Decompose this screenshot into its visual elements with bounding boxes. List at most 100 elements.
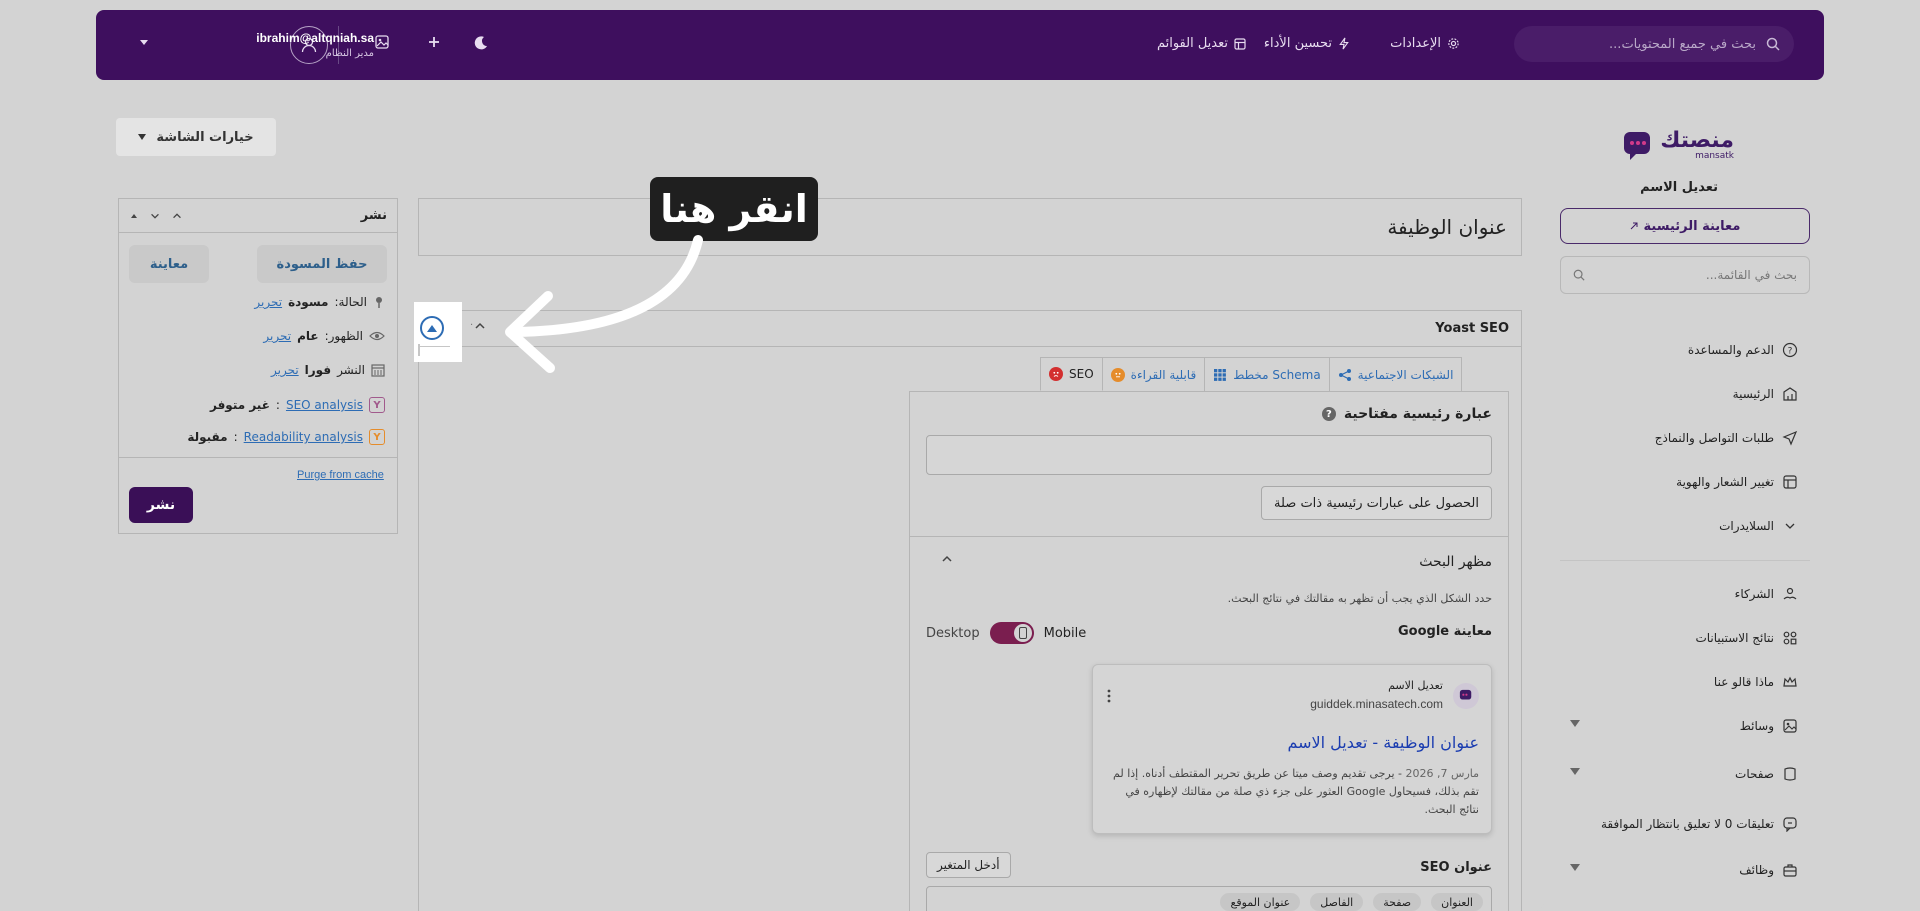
image-icon[interactable] (374, 34, 390, 50)
performance-label: تحسين الأداء (1263, 36, 1332, 51)
sidebar-item-home[interactable]: الرئيسية (1560, 382, 1810, 406)
seo-analysis-row: Y SEO analysis: غير متوفر (210, 397, 385, 413)
sidebar-item-label: تغيير الشعار والهوية (1676, 475, 1774, 489)
mode-mobile-label[interactable]: Mobile (1044, 626, 1087, 641)
chevron-down-icon (1782, 518, 1798, 534)
insert-variable-button[interactable]: أدخل المتغير (926, 852, 1011, 878)
share-icon (1338, 368, 1352, 382)
save-draft-button[interactable]: حفظ المسودة (257, 245, 387, 283)
global-search[interactable]: بحث في جميع المحتويات... (1514, 26, 1794, 62)
edit-visibility-link[interactable]: تحرير (263, 329, 291, 343)
logo-chat-icon (1622, 130, 1654, 162)
chevron-up-icon[interactable] (171, 210, 183, 222)
tab-seo[interactable]: SEO (1040, 357, 1103, 391)
chevron-down-icon[interactable] (140, 40, 148, 45)
publish-button[interactable]: نشر (129, 487, 193, 523)
sidebar-item-label: الشركاء (1734, 587, 1774, 601)
screen-options-button[interactable]: خيارات الشاشة (116, 118, 276, 156)
preview-date: مارس 7, 2026 (1405, 767, 1479, 780)
tab-readability[interactable]: قابلية القراءة (1101, 357, 1206, 391)
sidebar-search-input[interactable]: بحث في القائمة... (1560, 256, 1810, 294)
sidebar-item-label: تعليقات 0 لا تعليق بانتظار الموافقة (1601, 817, 1774, 831)
comment-icon (1782, 816, 1798, 832)
variable-pill[interactable]: العنوان (1431, 893, 1483, 911)
divider (910, 536, 1508, 537)
preview-home-button[interactable]: معاينة الرئيسية (1560, 208, 1810, 244)
seo-analysis-link[interactable]: SEO analysis (286, 398, 363, 412)
chevron-down-icon[interactable] (149, 210, 161, 222)
more-vertical-icon[interactable] (1107, 689, 1111, 703)
logo[interactable]: منصتك mansatk (1622, 130, 1734, 162)
keyphrase-label: عبارة رئيسية مفتاحية (1343, 406, 1492, 422)
mode-desktop-label[interactable]: Desktop (926, 626, 980, 641)
focus-keyphrase-input[interactable] (926, 435, 1492, 475)
status-row: الحالة: مسودة تحرير (254, 295, 385, 309)
variable-pill[interactable]: عنوان الموقع (1220, 893, 1301, 911)
edit-status-link[interactable]: تحرير (254, 295, 282, 309)
expand-arrow-icon[interactable] (1570, 864, 1580, 871)
sidebar-item-label: صفحات (1735, 767, 1774, 781)
publish-controls (129, 210, 183, 222)
preview-button[interactable]: معاينة (129, 245, 209, 283)
caret-up-icon[interactable] (129, 211, 139, 221)
expand-arrow-icon[interactable] (1570, 720, 1580, 727)
moon-icon[interactable] (472, 34, 490, 52)
sidebar-item-pages[interactable]: صفحات (1560, 762, 1810, 786)
readability-value: مقبولة (187, 430, 228, 444)
crown-icon (1782, 674, 1798, 690)
tab-social[interactable]: الشبكات الاجتماعية (1328, 357, 1463, 391)
top-header: بحث في جميع المحتويات... الإعدادات تحسين… (96, 10, 1824, 80)
sidebar-item-support[interactable]: ? الدعم والمساعدة (1560, 338, 1810, 362)
layout-icon (1782, 474, 1798, 490)
grid-icon (1213, 368, 1227, 382)
sidebar-item-branding[interactable]: تغيير الشعار والهوية (1560, 470, 1810, 494)
visibility-label: الظهور: (324, 329, 363, 343)
chevron-up-icon[interactable] (940, 552, 954, 566)
tab-schema[interactable]: Schema مخطط (1204, 357, 1330, 391)
seo-title-input[interactable]: العنوان صفحة الفاصل عنوان الموقع (926, 886, 1492, 911)
collapse-metabox-button[interactable] (420, 316, 444, 340)
preview-site-name: تعديل الاسم (1388, 679, 1443, 692)
google-preview-card[interactable]: تعديل الاسم guiddek.minasatech.com عنوان… (1092, 664, 1492, 834)
settings-link[interactable]: الإعدادات (1390, 36, 1460, 51)
sidebar-item-testimonials[interactable]: ماذا قالو عنا (1560, 670, 1810, 694)
expand-arrow-icon[interactable] (1570, 768, 1580, 775)
handshake-icon (1782, 586, 1798, 602)
search-icon (1766, 37, 1780, 51)
sad-face-icon (1049, 367, 1063, 381)
edit-publish-time-link[interactable]: تحرير (271, 363, 299, 377)
sidebar-item-survey-results[interactable]: نتائج الاستبيانات (1560, 626, 1810, 650)
publish-header: نشر (119, 199, 397, 233)
chevron-up-icon[interactable] (473, 319, 487, 333)
preview-mode-toggle[interactable] (989, 622, 1034, 644)
help-icon[interactable]: ? (1321, 407, 1336, 421)
screen-options-label: خيارات الشاشة (156, 129, 254, 145)
sidebar-item-label: ماذا قالو عنا (1713, 675, 1774, 689)
settings-label: الإعدادات (1390, 36, 1441, 51)
search-appearance-title: مظهر البحث (1419, 554, 1492, 570)
publish-time-value: فورا (304, 363, 332, 377)
add-icon[interactable] (426, 34, 442, 50)
readability-row: Y Readability analysis: مقبولة (187, 429, 385, 445)
post-title-placeholder: عنوان الوظيفة (1387, 215, 1507, 239)
performance-link[interactable]: تحسين الأداء (1264, 36, 1350, 51)
sidebar-item-partners[interactable]: الشركاء (1560, 582, 1810, 606)
preview-mode-toggle-group: Mobile Desktop (926, 622, 1086, 644)
sidebar-item-comments[interactable]: تعليقات 0 لا تعليق بانتظار الموافقة (1560, 812, 1810, 836)
purge-cache-link[interactable]: Purge from cache (297, 469, 384, 481)
variable-pill[interactable]: صفحة (1373, 893, 1422, 911)
sidebar-item-media[interactable]: وسائط (1560, 714, 1810, 738)
sidebar-item-sliders[interactable]: السلايدرات (1560, 514, 1810, 538)
visibility-value: عام (297, 329, 319, 343)
sidebar-item-jobs[interactable]: وظائف (1560, 858, 1810, 882)
menus-link[interactable]: تعديل القوائم (1157, 36, 1246, 51)
yoast-tabs: SEO قابلية القراءة Schema مخطط الشبكات ا… (1040, 357, 1463, 391)
status-label: الحالة: (334, 295, 367, 309)
site-name: تعديل الاسم (1640, 180, 1718, 195)
sidebar-item-contact-forms[interactable]: طلبات التواصل والنماذج (1560, 426, 1810, 450)
related-keyphrases-button[interactable]: الحصول على عبارات رئيسية ذات صلة (1261, 486, 1492, 520)
variable-pill[interactable]: الفاصل (1310, 893, 1364, 911)
readability-analysis-link[interactable]: Readability analysis (244, 430, 363, 444)
seo-analysis-value: غير متوفر (209, 398, 270, 412)
preview-description: مارس 7, 2026 - يرجى تقديم وصف ميتا عن طر… (1103, 765, 1479, 819)
